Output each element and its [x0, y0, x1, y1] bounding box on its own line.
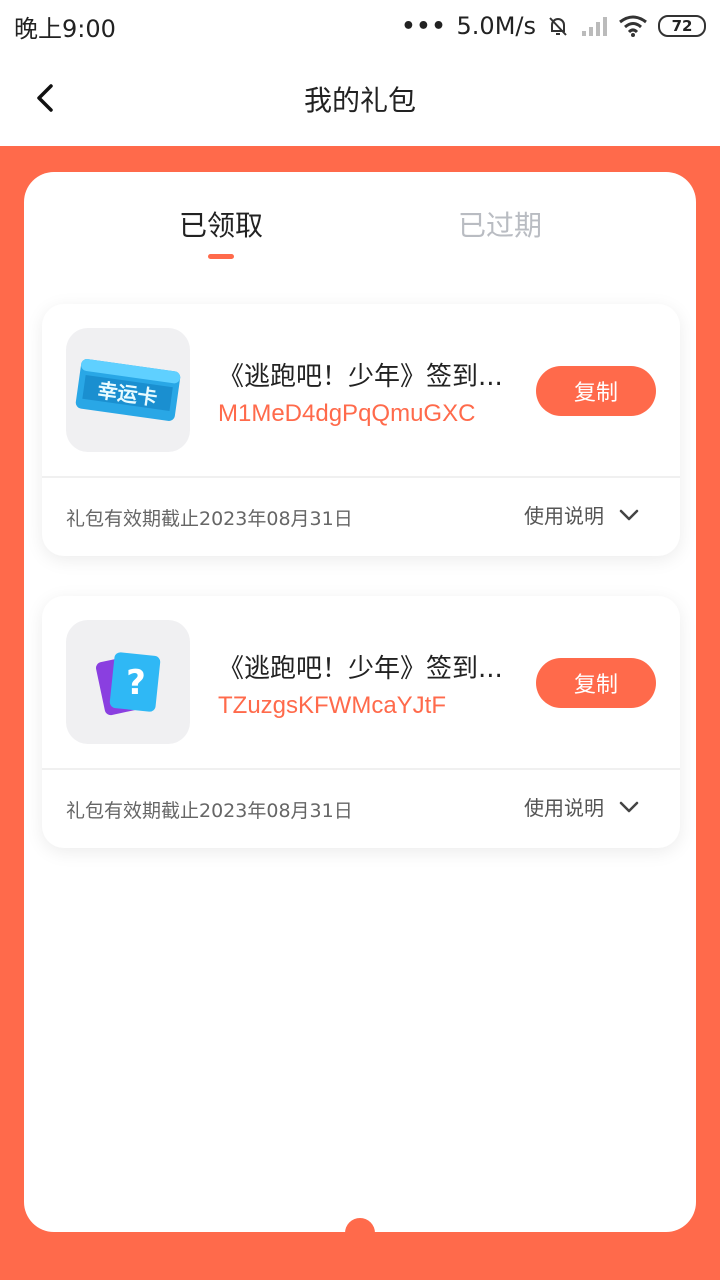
- chevron-down-icon: [619, 801, 639, 812]
- chevron-down-icon: [619, 509, 639, 520]
- status-icons: ••• 5.0M/s 72: [401, 12, 706, 40]
- page-title: 我的礼包: [303, 84, 416, 117]
- app-header: 我的礼包: [0, 52, 720, 146]
- usage-label: 使用说明: [524, 504, 604, 528]
- copy-button[interactable]: 复制: [536, 366, 656, 416]
- battery-level: 72: [671, 17, 693, 35]
- back-button[interactable]: [22, 74, 70, 122]
- usage-instructions-toggle[interactable]: 使用说明: [524, 500, 640, 529]
- status-bar: 晚上9:00 ••• 5.0M/s 72: [0, 0, 720, 52]
- network-speed: 5.0M/s: [456, 12, 536, 40]
- gift-name: 《逃跑吧！少年》签到...: [218, 654, 503, 684]
- gift-thumbnail: 幸运卡: [66, 328, 190, 452]
- mystery-card-text: ?: [126, 663, 146, 703]
- battery-icon: 72: [658, 15, 706, 37]
- status-time: 晚上9:00: [14, 14, 116, 43]
- signal-icon: [582, 17, 607, 36]
- gift-thumbnail: ?: [66, 620, 190, 744]
- tab-received[interactable]: 已领取: [141, 204, 301, 244]
- expiry-text: 礼包有效期截止2023年08月31日: [66, 800, 353, 822]
- lucky-card-icon: 幸运卡: [75, 359, 181, 421]
- gift-name: 《逃跑吧！少年》签到...: [218, 362, 503, 392]
- tab-expired[interactable]: 已过期: [420, 204, 580, 244]
- gift-code: M1MeD4dgPqQmuGXC: [218, 400, 476, 427]
- dots-icon: •••: [401, 13, 447, 39]
- gift-code: TZuzgsKFWMcaYJtF: [218, 692, 447, 719]
- gift-card: ? 《逃跑吧！少年》签到... TZuzgsKFWMcaYJtF 复制 礼包有效…: [42, 596, 680, 848]
- card-divider: [42, 768, 680, 770]
- copy-button[interactable]: 复制: [536, 658, 656, 708]
- wifi-icon: [619, 15, 647, 37]
- mute-bell-icon: [549, 17, 567, 36]
- bottom-decoration: [345, 1218, 375, 1248]
- chevron-left-icon: [37, 84, 53, 112]
- gift-card: 幸运卡 《逃跑吧！少年》签到... M1MeD4dgPqQmuGXC 复制 礼包…: [42, 304, 680, 556]
- usage-instructions-toggle[interactable]: 使用说明: [524, 792, 640, 821]
- mystery-card-icon: ?: [96, 652, 161, 716]
- expiry-text: 礼包有效期截止2023年08月31日: [66, 508, 353, 530]
- tab-bar: 已领取 已过期: [24, 172, 696, 272]
- card-divider: [42, 476, 680, 478]
- active-tab-indicator: [208, 254, 234, 259]
- gift-panel: 已领取 已过期 幸运卡 《逃跑吧！少年》签到... M1MeD4dgPqQmuG…: [24, 172, 696, 1232]
- usage-label: 使用说明: [524, 796, 604, 820]
